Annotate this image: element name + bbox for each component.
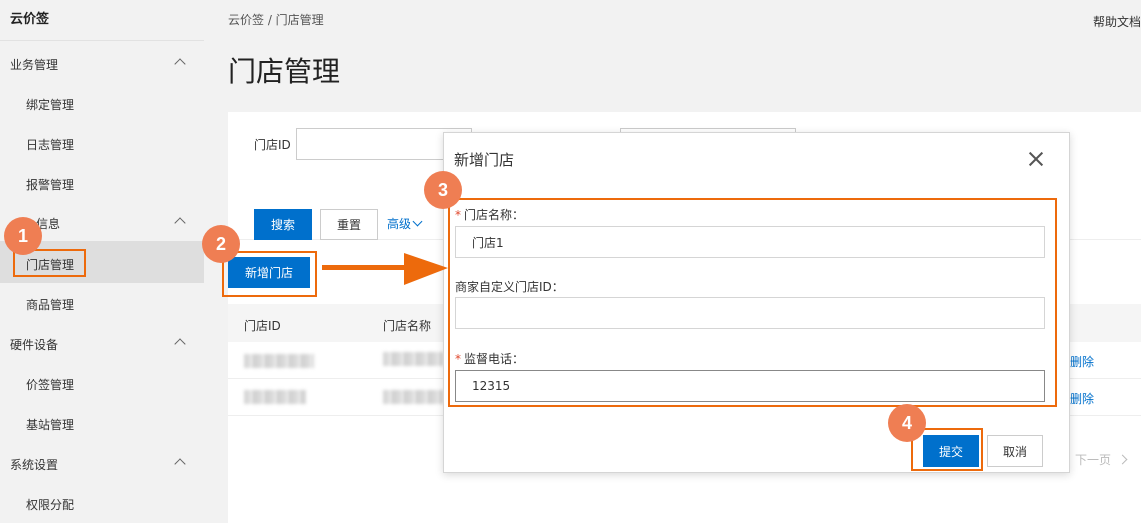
divider xyxy=(0,40,204,41)
reset-button[interactable]: 重置 xyxy=(320,209,378,240)
sidebar-item-price-tags[interactable]: 价签管理 xyxy=(26,376,74,393)
sidebar-item-base-stations[interactable]: 基站管理 xyxy=(26,416,74,433)
redacted-value xyxy=(383,390,443,404)
phone-label-text: 监督电话： xyxy=(464,352,525,366)
chevron-right-icon xyxy=(1117,454,1128,465)
page-title: 门店管理 xyxy=(228,55,341,88)
column-header-store-id: 门店ID xyxy=(244,319,281,333)
store-id-label: 门店ID xyxy=(254,138,291,152)
sidebar-group-business[interactable]: 业务管理 xyxy=(10,56,58,73)
breadcrumb: 云价签 / 门店管理 xyxy=(228,13,324,27)
delete-link[interactable]: 删除 xyxy=(1070,353,1094,370)
redacted-value xyxy=(244,390,306,404)
required-mark: * xyxy=(455,208,461,222)
store-name-label-text: 门店名称： xyxy=(464,208,525,222)
help-docs-link[interactable]: 帮助文档 xyxy=(1093,13,1141,30)
sidebar-item-logs[interactable]: 日志管理 xyxy=(26,136,74,153)
chevron-up-icon[interactable] xyxy=(174,336,186,348)
pager-next-label: 下一页 xyxy=(1075,453,1112,467)
step-badge-2: 2 xyxy=(202,225,240,263)
arrow-right-icon xyxy=(322,253,448,285)
sidebar: 云价签 业务管理 绑定管理 日志管理 报警管理 信息 门店管理 商品管理 硬件设… xyxy=(0,0,204,523)
add-store-dialog: 新增门店 * 门店名称： 门店1 商家自定义门店ID： * 监督电话： 12315 … xyxy=(443,132,1070,473)
chevron-up-icon[interactable] xyxy=(174,215,186,227)
dialog-title: 新增门店 xyxy=(454,151,515,169)
sidebar-item-binding[interactable]: 绑定管理 xyxy=(26,96,74,113)
pager-next[interactable]: 下一页 xyxy=(1075,451,1128,468)
highlight-box-add-store xyxy=(222,251,317,297)
step-badge-1: 1 xyxy=(4,217,42,255)
step-badge-3: 3 xyxy=(424,171,462,209)
chevron-up-icon[interactable] xyxy=(174,56,186,68)
sidebar-group-hardware[interactable]: 硬件设备 xyxy=(10,336,58,353)
sidebar-item-alarms[interactable]: 报警管理 xyxy=(26,176,74,193)
chevron-up-icon[interactable] xyxy=(174,456,186,468)
store-name-input[interactable]: 门店1 xyxy=(455,226,1045,258)
redacted-value xyxy=(244,354,314,368)
redacted-value xyxy=(383,352,443,366)
phone-label: * 监督电话： xyxy=(455,350,524,367)
advanced-toggle[interactable]: 高级 xyxy=(387,215,423,232)
sidebar-item-products[interactable]: 商品管理 xyxy=(26,296,74,313)
search-button[interactable]: 搜索 xyxy=(254,209,312,240)
sidebar-group-settings[interactable]: 系统设置 xyxy=(10,456,58,473)
sidebar-item-permissions[interactable]: 权限分配 xyxy=(26,496,74,513)
column-header-store-name: 门店名称 xyxy=(383,319,432,333)
custom-store-id-input[interactable] xyxy=(455,297,1045,329)
cancel-button[interactable]: 取消 xyxy=(987,435,1043,467)
chevron-down-icon xyxy=(412,216,423,227)
step-badge-4: 4 xyxy=(888,404,926,442)
required-mark: * xyxy=(455,352,461,366)
delete-link[interactable]: 删除 xyxy=(1070,390,1094,407)
advanced-label: 高级 xyxy=(387,217,412,231)
close-icon[interactable] xyxy=(1027,150,1045,168)
custom-store-id-label: 商家自定义门店ID： xyxy=(455,280,564,294)
store-name-label: * 门店名称： xyxy=(455,206,524,223)
brand-title: 云价签 xyxy=(10,12,50,27)
phone-input[interactable]: 12315 xyxy=(455,370,1045,402)
